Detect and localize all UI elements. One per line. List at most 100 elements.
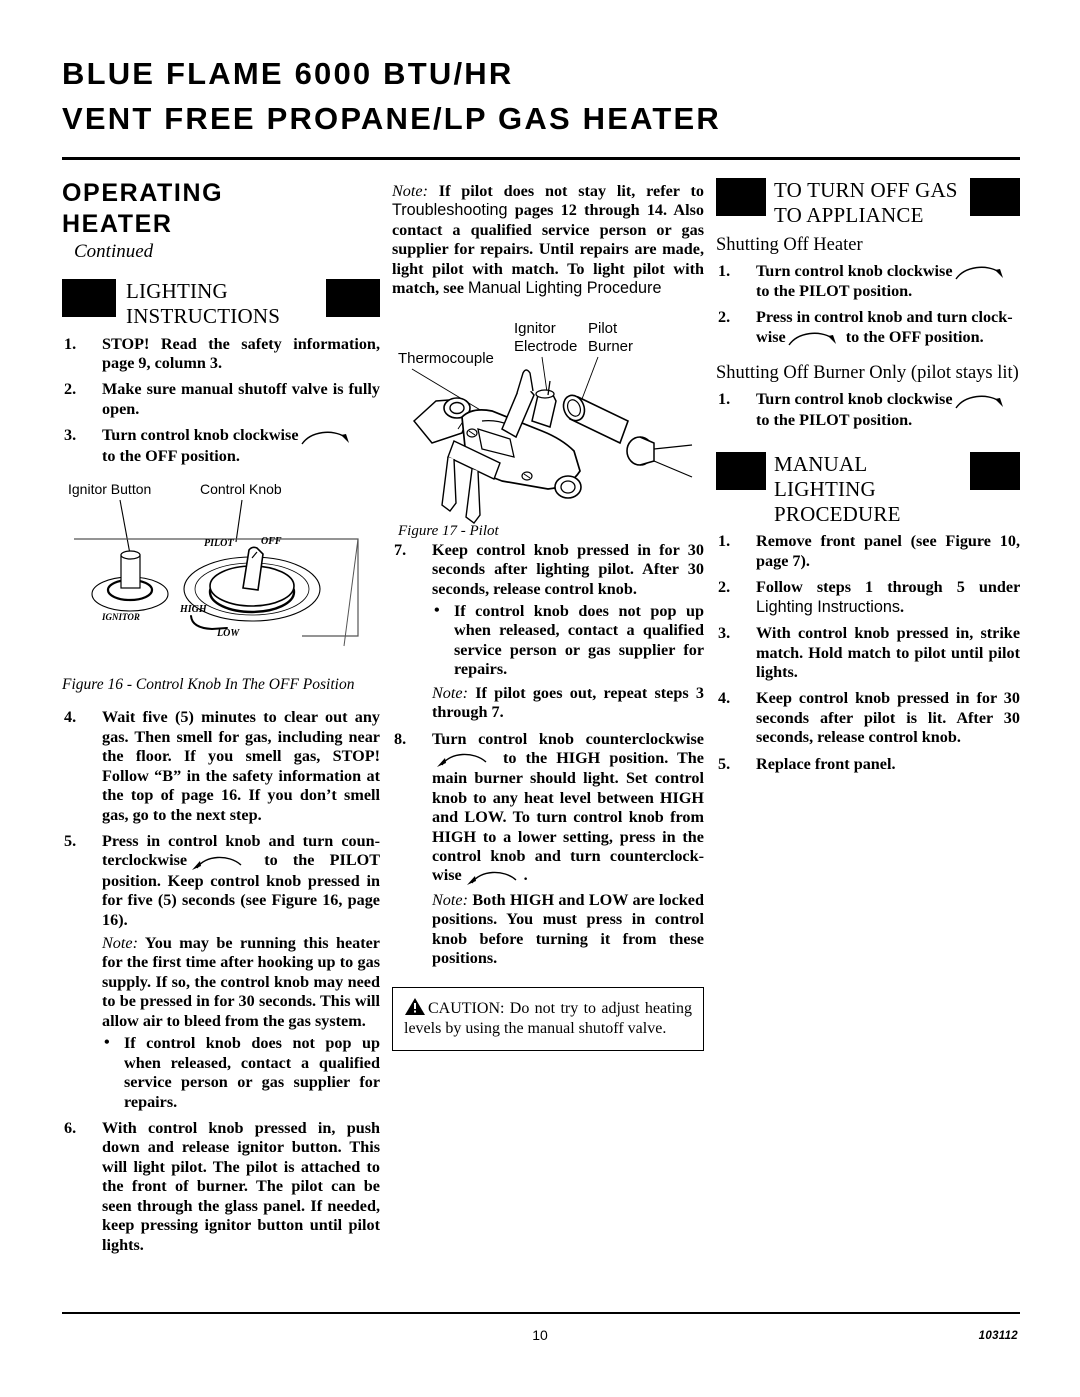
page-header: BLUE FLAME 6000 BTU/HR VENT FREE PROPANE…	[62, 52, 1020, 142]
note-label: Note:	[392, 182, 428, 200]
manual-lighting-steps: 1. Remove front panel (see Figure 10, pa…	[716, 532, 1020, 774]
step5-bullet: If control knob does not pop up when rel…	[102, 1033, 380, 1112]
manual-lighting-heading: MANUAL LIGHTING PROCEDURE	[716, 452, 1020, 526]
header-title-line2: VENT FREE PROPANE/LP GAS HEATER	[62, 100, 722, 136]
list-item: 3. Turn control knob clockwise to the OF…	[62, 426, 380, 466]
heading-bar-right	[326, 279, 380, 317]
heading-bar-right	[970, 178, 1020, 216]
step-number: 5.	[718, 754, 731, 773]
list-item: 2. Make sure manual shutoff valve is ful…	[62, 380, 380, 419]
shutting-off-heater-steps: 1. Turn control knob clockwise to the PI…	[716, 262, 1020, 348]
step-text-post: to the PILOT position.	[756, 410, 913, 429]
step-text: With control knob pressed in, push down …	[102, 1118, 380, 1254]
document-number: 103112	[978, 1330, 1018, 1342]
list-item: 4. Wait five (5) minutes to clear out an…	[62, 708, 380, 825]
step-number: 8.	[394, 729, 407, 748]
heading-bar-left	[716, 178, 766, 216]
step-text: Make sure manual shutoff valve is fully …	[102, 380, 380, 418]
document-page: BLUE FLAME 6000 BTU/HR VENT FREE PROPANE…	[0, 0, 1080, 1397]
step-text-post: .	[899, 597, 905, 616]
step-text-pre: Turn control knob counterclockwise	[432, 729, 704, 748]
column-left: OPERATING HEATER Continued LIGHTING INSTRU…	[62, 178, 380, 1262]
step-number: 1.	[718, 390, 731, 409]
shutting-off-heater-subheading: Shutting Off Heater	[716, 234, 863, 255]
ignitor-electrode-label-1: Ignitor	[514, 320, 556, 337]
clockwise-arrow-icon	[953, 262, 1009, 282]
low-dial-label: LOW	[216, 628, 240, 639]
manual-lighting-title: MANUAL LIGHTING PROCEDURE	[774, 452, 901, 526]
list-item: 1. Turn control knob clockwise to the PI…	[716, 262, 1020, 302]
turn-off-gas-title: TO TURN OFF GAS TO APPLIANCE	[774, 178, 958, 227]
step-text: Replace front panel.	[756, 754, 896, 773]
step5-note: Note: You may be running this heater for…	[102, 934, 380, 1031]
page-number: 10	[532, 1327, 548, 1343]
step7-bullet: If control knob does not pop up when rel…	[432, 601, 704, 680]
step-number: 4.	[64, 708, 77, 727]
lighting-instructions-title: LIGHTING INSTRUCTIONS	[126, 279, 281, 328]
off-dial-label: OFF	[261, 536, 282, 547]
note-label: Note:	[432, 890, 468, 909]
shutting-off-burner-subheading: Shutting Off Burner Only (pilot stays li…	[716, 363, 1019, 384]
figure-17: Thermocouple Ignitor Electrode Pilot Bur…	[392, 311, 704, 541]
step-text-pre: Follow steps 1 through 5 under	[756, 578, 1020, 597]
list-item: 8. Turn control knob counterclockwise to…	[392, 730, 704, 969]
counterclockwise-arrow-icon	[432, 749, 494, 769]
ignitor-dial-label: IGNITOR	[101, 612, 140, 622]
clockwise-arrow-icon	[953, 391, 1009, 411]
step-number: 6.	[64, 1118, 77, 1137]
troubleshooting-reference: Troubleshooting	[392, 201, 508, 220]
list-item: 1. Turn control knob clockwise to the PI…	[716, 390, 1020, 430]
list-item: 7. Keep control knob pressed in for 30 s…	[392, 541, 704, 723]
list-item: 1. Remove front panel (see Figure 10, pa…	[716, 532, 1020, 571]
step-number: 2.	[64, 380, 77, 399]
counterclockwise-arrow-icon-2	[462, 867, 524, 887]
footer-divider	[62, 1312, 1020, 1315]
shutting-off-burner-steps: 1. Turn control knob clockwise to the PI…	[716, 390, 1020, 430]
figure-17-caption-text: Figure 17 - Pilot	[397, 523, 500, 539]
high-dial-label: HIGH	[179, 604, 208, 615]
turn-off-gas-heading: TO TURN OFF GAS TO APPLIANCE	[716, 178, 1020, 228]
header-divider	[62, 157, 1020, 161]
note-text: If pilot goes out, repeat steps 3 throug…	[432, 683, 704, 722]
step-text-pre: Turn control knob clockwise	[102, 426, 299, 445]
control-knob-label: Control Knob	[200, 481, 282, 497]
step-number: 1.	[64, 334, 77, 353]
control-knob-diagram: Ignitor Button Control Knob IGNITOR PILO…	[68, 481, 359, 647]
list-item: 3. With control knob pressed in, strike …	[716, 624, 1020, 682]
list-item: 5. Replace front panel.	[716, 755, 1020, 774]
pilot-note: Note: If pilot does not stay lit, refer …	[392, 182, 704, 299]
note-part1: If pilot does not stay lit, refer to	[438, 182, 704, 200]
lighting-instructions-heading: LIGHTING INSTRUCTIONS	[62, 279, 380, 329]
counterclockwise-arrow-icon	[187, 852, 249, 872]
step-number: 3.	[64, 426, 77, 445]
note-text: Both HIGH and LOW are locked positions. …	[432, 890, 704, 968]
step-number: 3.	[718, 624, 731, 643]
figure-16-caption: Figure 16 - Control Knob In The OFF Posi…	[62, 676, 355, 693]
step-text-post: to the OFF position.	[845, 327, 984, 346]
step-number: 2.	[718, 578, 731, 597]
heading-bar-right	[970, 452, 1020, 491]
step-text-post: .	[523, 866, 528, 885]
step-text-pre: Turn control knob clockwise	[756, 261, 953, 280]
lighting-steps-7-8: 7. Keep control knob pressed in for 30 s…	[392, 541, 704, 969]
manual-lighting-reference: Manual Lighting Procedure	[467, 279, 662, 298]
heading-bar-left	[716, 452, 766, 491]
lighting-steps-1-3: 1. STOP! Read the safety information, pa…	[62, 335, 380, 466]
step-number: 1.	[718, 532, 731, 551]
note-label: Note:	[432, 683, 468, 702]
operating-heater-heading: OPERATING HEATER	[62, 179, 224, 238]
step-text-post: to the OFF position.	[102, 446, 240, 465]
caution-word: CAUTION:	[428, 999, 505, 1017]
step8-note: Note: Both HIGH and LOW are locked posit…	[432, 891, 704, 969]
note-label: Note:	[102, 934, 138, 953]
thermocouple-label: Thermocouple	[398, 350, 494, 367]
step-number: 4.	[718, 689, 731, 708]
list-item: 5. Press in control knob and turn coun-t…	[62, 832, 380, 1112]
ignitor-electrode-label-2: Electrode	[514, 338, 577, 355]
step-text: Remove front panel (see Figure 10, page …	[756, 532, 1020, 570]
heading-bar-left	[62, 279, 116, 317]
pilot-assembly-diagram: Thermocouple Ignitor Electrode Pilot Bur…	[397, 320, 693, 539]
list-item: 1. STOP! Read the safety information, pa…	[62, 335, 380, 374]
pilot-burner-label-2: Burner	[588, 338, 633, 355]
header-title-line1: BLUE FLAME 6000 BTU/HR	[62, 56, 514, 91]
